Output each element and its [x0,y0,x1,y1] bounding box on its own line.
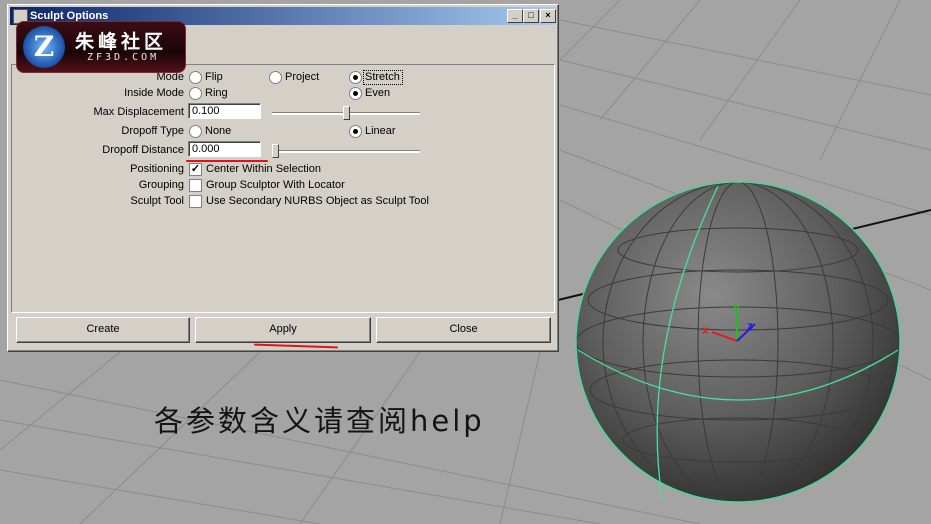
slider-track [272,150,420,153]
center-within-selection-checkbox[interactable]: ✓ [189,163,202,176]
logo-site: ZF3D.COM [87,52,160,63]
close-window-button[interactable]: × [540,9,556,23]
dropoff-distance-row: Dropoff Distance [12,141,552,162]
grouping-label: Grouping [138,179,184,191]
dropoff-type-label: Dropoff Type [121,125,184,137]
focus-indicator [363,70,403,85]
sculpt-tool-label: Sculpt Tool [130,195,184,207]
annotation-text: 各参数含义请查阅help [154,404,485,438]
axis-label-x: x [702,323,709,337]
options-panel: Mode Flip Project Stretch Inside Mode Ri… [11,64,555,313]
mode-flip-radio[interactable] [189,71,202,84]
secondary-nurbs-label[interactable]: Use Secondary NURBS Object as Sculpt Too… [206,193,429,209]
axis-label-z: z [747,319,753,333]
max-displacement-slider[interactable] [272,105,422,120]
dropoff-distance-slider[interactable] [272,143,422,158]
slider-thumb[interactable] [272,144,279,158]
dropoff-none-radio[interactable] [189,125,202,138]
logo-z-icon: Z [23,26,65,68]
create-button[interactable]: Create [16,317,190,343]
dropoff-distance-label: Dropoff Distance [102,144,184,156]
sculpt-options-dialog: Sculpt Options _ □ × Mode Flip Project S… [7,4,559,352]
axis-label-y: y [733,300,740,314]
dropoff-distance-field[interactable] [188,141,261,157]
secondary-nurbs-checkbox[interactable] [189,195,202,208]
dropoff-linear-radio[interactable] [349,125,362,138]
inside-mode-row: Inside Mode Ring Even [12,85,552,101]
group-sculptor-label[interactable]: Group Sculptor With Locator [206,177,345,193]
inside-mode-ring-radio[interactable] [189,87,202,100]
inside-mode-even-radio[interactable] [349,87,362,100]
max-displacement-field[interactable] [188,103,261,119]
grouping-row: Grouping Group Sculptor With Locator [12,177,552,193]
logo-name: 朱峰社区 [75,31,168,53]
sculpt-tool-row: Sculpt Tool Use Secondary NURBS Object a… [12,193,552,209]
positioning-label: Positioning [130,163,184,175]
mode-project-label[interactable]: Project [285,69,319,85]
max-displacement-label: Max Displacement [93,106,184,118]
minimize-button[interactable]: _ [507,9,523,23]
mode-stretch-radio[interactable] [349,71,362,84]
dropoff-linear-label[interactable]: Linear [365,123,396,139]
maximize-button[interactable]: □ [523,9,539,23]
inside-mode-ring-label[interactable]: Ring [205,85,228,101]
group-sculptor-checkbox[interactable] [189,179,202,192]
mode-flip-label[interactable]: Flip [205,69,223,85]
dropoff-none-label[interactable]: None [205,123,231,139]
sphere[interactable] [575,181,901,503]
center-within-selection-label[interactable]: Center Within Selection [206,161,321,177]
mode-project-radio[interactable] [269,71,282,84]
max-displacement-row: Max Displacement [12,103,552,121]
inside-mode-label: Inside Mode [124,87,184,99]
close-button[interactable]: Close [376,317,551,343]
zf3d-logo: Z 朱峰社区 ZF3D.COM [16,21,186,73]
positioning-row: Positioning ✓ Center Within Selection [12,161,552,177]
inside-mode-even-label[interactable]: Even [365,85,390,101]
dropoff-type-row: Dropoff Type None Linear [12,123,552,139]
apply-button[interactable]: Apply [195,317,371,343]
slider-thumb[interactable] [343,106,350,120]
